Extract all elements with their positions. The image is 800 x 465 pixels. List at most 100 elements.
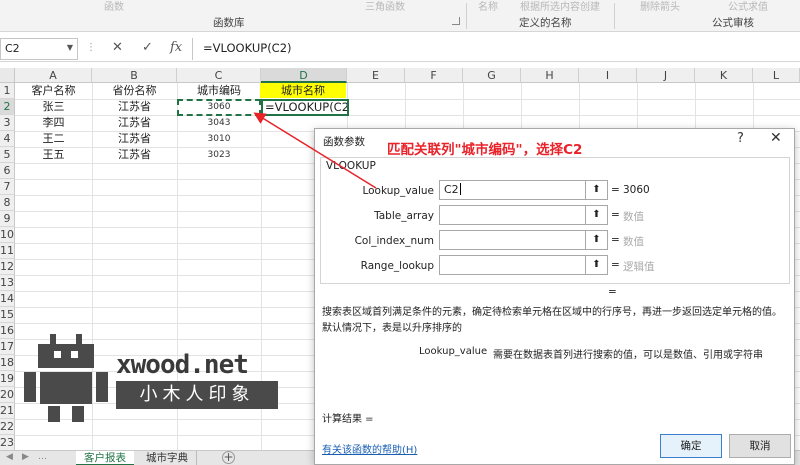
cell-a1[interactable]: 客户名称 — [15, 83, 92, 99]
arg-equals: = — [611, 209, 620, 221]
column-header-g[interactable]: G — [463, 68, 521, 83]
ribbon-item-trig[interactable]: 三角函数 — [365, 0, 405, 13]
row-header-20[interactable]: 20 — [0, 387, 15, 403]
ribbon-item-evaluate-formula[interactable]: 公式求值 — [728, 0, 768, 13]
cell-a2[interactable]: 张三 — [15, 99, 92, 115]
row-header-21[interactable]: 21 — [0, 403, 15, 419]
column-header-k[interactable]: K — [695, 68, 753, 83]
table-array-input[interactable] — [439, 205, 586, 225]
function-library-launcher-icon[interactable] — [452, 17, 460, 25]
cell-b3[interactable]: 江苏省 — [92, 115, 177, 131]
enter-icon[interactable]: ✓ — [142, 40, 153, 55]
robot-logo-icon — [24, 334, 108, 422]
close-icon[interactable]: ✕ — [770, 130, 782, 146]
chevron-down-icon[interactable]: ▼ — [67, 43, 73, 52]
cell-c1[interactable]: 城市编码 — [177, 83, 261, 99]
cell-b5[interactable]: 江苏省 — [92, 147, 177, 163]
annotation-text: 匹配关联列"城市编码"，选择C2 — [387, 142, 583, 158]
row-header-23[interactable]: 23 — [0, 435, 15, 450]
column-header-i[interactable]: I — [579, 68, 637, 83]
ok-button[interactable]: 确定 — [660, 434, 722, 458]
cell-c3[interactable]: 3043 — [177, 115, 261, 131]
col-index-num-input[interactable] — [439, 230, 586, 250]
lookup-value-input[interactable]: C2 — [439, 180, 586, 200]
collapse-dialog-icon[interactable]: ⬆ — [586, 255, 608, 275]
tab-city-dictionary[interactable]: 城市字典 — [138, 451, 197, 465]
help-icon[interactable]: ? — [737, 131, 744, 146]
arg-result-range-lookup: 逻辑值 — [623, 261, 655, 273]
column-header-h[interactable]: H — [521, 68, 579, 83]
cell-c4[interactable]: 3010 — [177, 131, 261, 147]
range-lookup-input[interactable] — [439, 255, 586, 275]
ribbon-item-name[interactable]: 名称 — [478, 0, 498, 13]
resize-handle-icon[interactable]: ⋮ — [86, 42, 96, 53]
row-header-4[interactable]: 4 — [0, 131, 15, 147]
row-header-16[interactable]: 16 — [0, 323, 15, 339]
cell-c5[interactable]: 3023 — [177, 147, 261, 163]
row-header-14[interactable]: 14 — [0, 291, 15, 307]
ribbon-item-function[interactable]: 函数 — [104, 0, 124, 13]
column-header-a[interactable]: A — [15, 68, 92, 83]
tab-nav-next-icon[interactable]: ▶ — [22, 452, 29, 462]
argument-description-name: Lookup_value — [419, 346, 488, 357]
row-header-11[interactable]: 11 — [0, 243, 15, 259]
row-header-6[interactable]: 6 — [0, 163, 15, 179]
row-header-2[interactable]: 2 — [0, 99, 15, 115]
text-caret — [459, 183, 461, 195]
cancel-button[interactable]: 取消 — [729, 434, 791, 458]
tab-customer-report[interactable]: 客户报表 — [76, 451, 134, 465]
cell-a4[interactable]: 王二 — [15, 131, 92, 147]
column-header-e[interactable]: E — [347, 68, 405, 83]
collapse-dialog-icon[interactable]: ⬆ — [586, 180, 608, 200]
row-header-12[interactable]: 12 — [0, 259, 15, 275]
formula-input[interactable]: =VLOOKUP(C2) — [192, 38, 800, 60]
cell-b1[interactable]: 省份名称 — [92, 83, 177, 99]
cell-d1[interactable]: 城市名称 — [260, 83, 346, 98]
ribbon-separator — [466, 3, 467, 29]
column-header-c[interactable]: C — [177, 68, 261, 83]
row-header-13[interactable]: 13 — [0, 275, 15, 291]
cell-b4[interactable]: 江苏省 — [92, 131, 177, 147]
column-header-d[interactable]: D — [261, 68, 347, 83]
tab-nav-prev-icon[interactable]: ◀ — [6, 452, 13, 462]
arg-equals: = — [611, 184, 620, 196]
row-header-7[interactable]: 7 — [0, 179, 15, 195]
arg-result-col-index-num: 数值 — [623, 236, 644, 248]
cell-a3[interactable]: 李四 — [15, 115, 92, 131]
row-header-17[interactable]: 17 — [0, 339, 15, 355]
row-header-3[interactable]: 3 — [0, 115, 15, 131]
row-header-5[interactable]: 5 — [0, 147, 15, 163]
ribbon-item-create-from-selection[interactable]: 根据所选内容创建 — [520, 0, 600, 13]
collapse-dialog-icon[interactable]: ⬆ — [586, 205, 608, 225]
row-header-9[interactable]: 9 — [0, 211, 15, 227]
name-box[interactable]: C2 ▼ — [0, 38, 78, 60]
row-header-15[interactable]: 15 — [0, 307, 15, 323]
cell-d2-editing[interactable]: =VLOOKUP(C2) — [261, 99, 349, 116]
dialog-title: 函数参数 — [323, 136, 365, 148]
column-header-b[interactable]: B — [92, 68, 177, 83]
tab-nav-dots-icon[interactable]: … — [38, 452, 47, 462]
ribbon-item-remove-arrows[interactable]: 删除箭头 — [640, 0, 680, 13]
row-header-19[interactable]: 19 — [0, 371, 15, 387]
column-header-f[interactable]: F — [405, 68, 463, 83]
collapse-dialog-icon[interactable]: ⬆ — [586, 230, 608, 250]
column-header-j[interactable]: J — [637, 68, 695, 83]
row-header-18[interactable]: 18 — [0, 355, 15, 371]
row-header-8[interactable]: 8 — [0, 195, 15, 211]
cancel-icon[interactable]: ✕ — [112, 40, 123, 55]
function-description: 搜索表区域首列满足条件的元素，确定待检索单元格在区域中的行序号，再进一步返回选定… — [322, 307, 782, 334]
function-help-link[interactable]: 有关该函数的帮助(H) — [322, 441, 417, 456]
row-header-22[interactable]: 22 — [0, 419, 15, 435]
row-header-1[interactable]: 1 — [0, 83, 15, 99]
add-sheet-button[interactable]: + — [222, 451, 235, 464]
argument-description-text: 需要在数据表首列进行搜索的值，可以是数值、引用或字符串 — [493, 350, 763, 361]
cell-b2[interactable]: 江苏省 — [92, 99, 177, 115]
row-header-10[interactable]: 10 — [0, 227, 15, 243]
ribbon-group-formula-auditing: 公式审核 — [712, 17, 754, 29]
arg-label-lookup-value: Lookup_value — [362, 185, 434, 197]
insert-function-icon[interactable]: fx — [170, 40, 182, 55]
column-header-l[interactable]: L — [753, 68, 800, 83]
select-all-corner[interactable] — [0, 68, 15, 83]
arg-label-range-lookup: Range_lookup — [360, 260, 434, 272]
cell-a5[interactable]: 王五 — [15, 147, 92, 163]
